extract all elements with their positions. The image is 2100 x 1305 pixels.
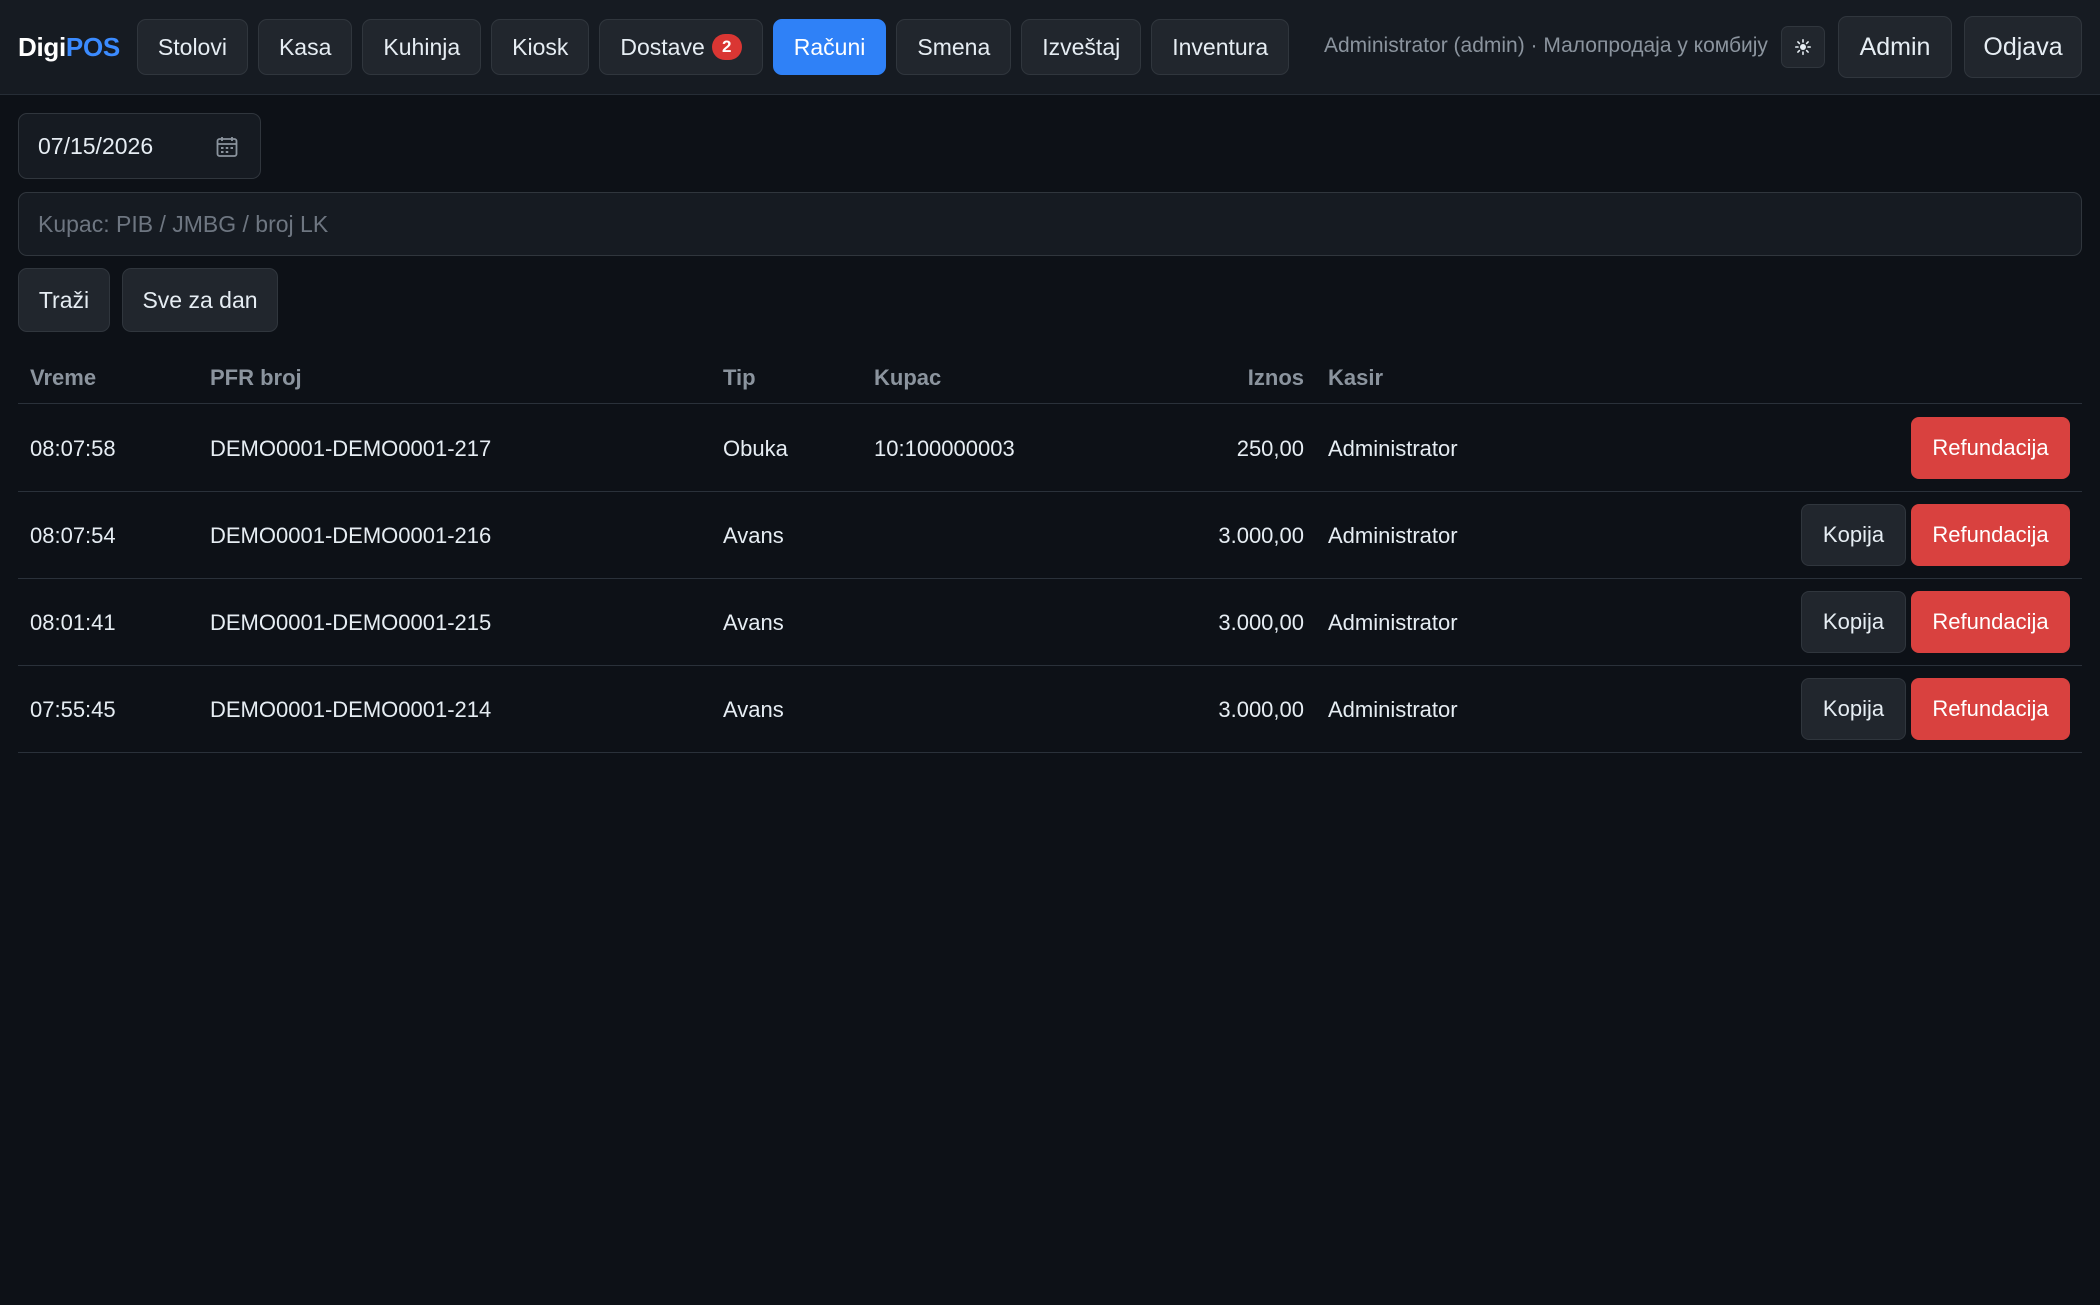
theme-toggle-button[interactable]: [1781, 26, 1825, 68]
cell-time: 08:07:58: [30, 436, 116, 461]
nav-tab-kuhinja[interactable]: Kuhinja: [362, 19, 482, 75]
cell-type: Obuka: [723, 436, 788, 461]
nav-tab-racuni[interactable]: Računi: [772, 19, 887, 75]
date-value: 07/15/2026: [38, 132, 154, 159]
table-row: 08:01:41 DEMO0001-DEMO0001-215 Avans 3.0…: [18, 579, 2082, 666]
nav-tab-kiosk[interactable]: Kiosk: [491, 19, 590, 75]
table-header: Vreme PFR broj Tip Kupac Iznos Kasir: [18, 350, 2082, 404]
logout-button[interactable]: Odjava: [1964, 16, 2082, 78]
copy-button[interactable]: Kopija: [1801, 591, 1906, 653]
cell-pfr: DEMO0001-DEMO0001-214: [210, 697, 492, 722]
table-row: 08:07:58 DEMO0001-DEMO0001-217 Obuka 10:…: [18, 405, 2082, 492]
user-info: Administrator (admin) · Малопродаја у ко…: [1324, 34, 1768, 57]
column-header-amount: Iznos: [1247, 365, 1304, 390]
cell-amount: 3.000,00: [1218, 610, 1304, 635]
refund-button[interactable]: Refundacija: [1911, 678, 2070, 740]
refund-button[interactable]: Refundacija: [1911, 591, 2070, 653]
cell-cashier: Administrator: [1328, 697, 1458, 722]
nav-tab-dostave-label: Dostave: [620, 33, 705, 60]
cell-time: 07:55:45: [30, 697, 116, 722]
refund-button[interactable]: Refundacija: [1911, 504, 2070, 566]
search-button[interactable]: Traži: [18, 268, 110, 332]
logo-text-pos: POS: [65, 31, 120, 62]
cell-type: Avans: [723, 610, 784, 635]
cell-time: 08:07:54: [30, 523, 116, 548]
top-nav-bar: DigiPOS Stolovi Kasa Kuhinja Kiosk Dosta…: [0, 0, 2100, 95]
dostave-count-badge: 2: [711, 34, 742, 60]
cell-cashier: Administrator: [1328, 610, 1458, 635]
cell-pfr: DEMO0001-DEMO0001-217: [210, 436, 492, 461]
customer-search-input[interactable]: [18, 192, 2082, 256]
date-picker[interactable]: 07/15/2026: [18, 113, 261, 179]
table-row: 08:07:54 DEMO0001-DEMO0001-216 Avans 3.0…: [18, 492, 2082, 579]
copy-button[interactable]: Kopija: [1801, 678, 1906, 740]
refund-button[interactable]: Refundacija: [1911, 417, 2070, 479]
nav-tab-smena[interactable]: Smena: [896, 19, 1012, 75]
copy-button[interactable]: Kopija: [1801, 504, 1906, 566]
cell-cashier: Administrator: [1328, 436, 1458, 461]
column-header-cashier: Kasir: [1328, 365, 1384, 390]
admin-button[interactable]: Admin: [1838, 16, 1952, 78]
app-logo: DigiPOS: [18, 32, 120, 63]
nav-tab-dostave[interactable]: Dostave 2: [599, 19, 763, 75]
sun-icon: [1795, 39, 1811, 55]
cell-cashier: Administrator: [1328, 523, 1458, 548]
cell-pfr: DEMO0001-DEMO0001-216: [210, 523, 492, 548]
all-day-button[interactable]: Sve za dan: [122, 268, 278, 332]
column-header-type: Tip: [723, 365, 756, 390]
cell-pfr: DEMO0001-DEMO0001-215: [210, 610, 492, 635]
column-header-customer: Kupac: [874, 365, 942, 390]
cell-amount: 3.000,00: [1218, 697, 1304, 722]
table-row: 07:55:45 DEMO0001-DEMO0001-214 Avans 3.0…: [18, 666, 2082, 753]
nav-tab-kasa[interactable]: Kasa: [257, 19, 353, 75]
cell-customer: 10:100000003: [874, 436, 1015, 461]
cell-amount: 3.000,00: [1218, 523, 1304, 548]
column-header-pfr: PFR broj: [210, 365, 302, 390]
column-header-time: Vreme: [30, 365, 97, 390]
nav-tab-stolovi[interactable]: Stolovi: [136, 19, 248, 75]
cell-amount: 250,00: [1236, 436, 1304, 461]
calendar-icon[interactable]: [216, 136, 238, 158]
cell-type: Avans: [723, 697, 784, 722]
nav-tab-izvestaj[interactable]: Izveštaj: [1021, 19, 1142, 75]
cell-type: Avans: [723, 523, 784, 548]
logo-text-digi: Digi: [18, 31, 66, 62]
nav-tab-inventura[interactable]: Inventura: [1151, 19, 1290, 75]
cell-time: 08:01:41: [30, 610, 116, 635]
